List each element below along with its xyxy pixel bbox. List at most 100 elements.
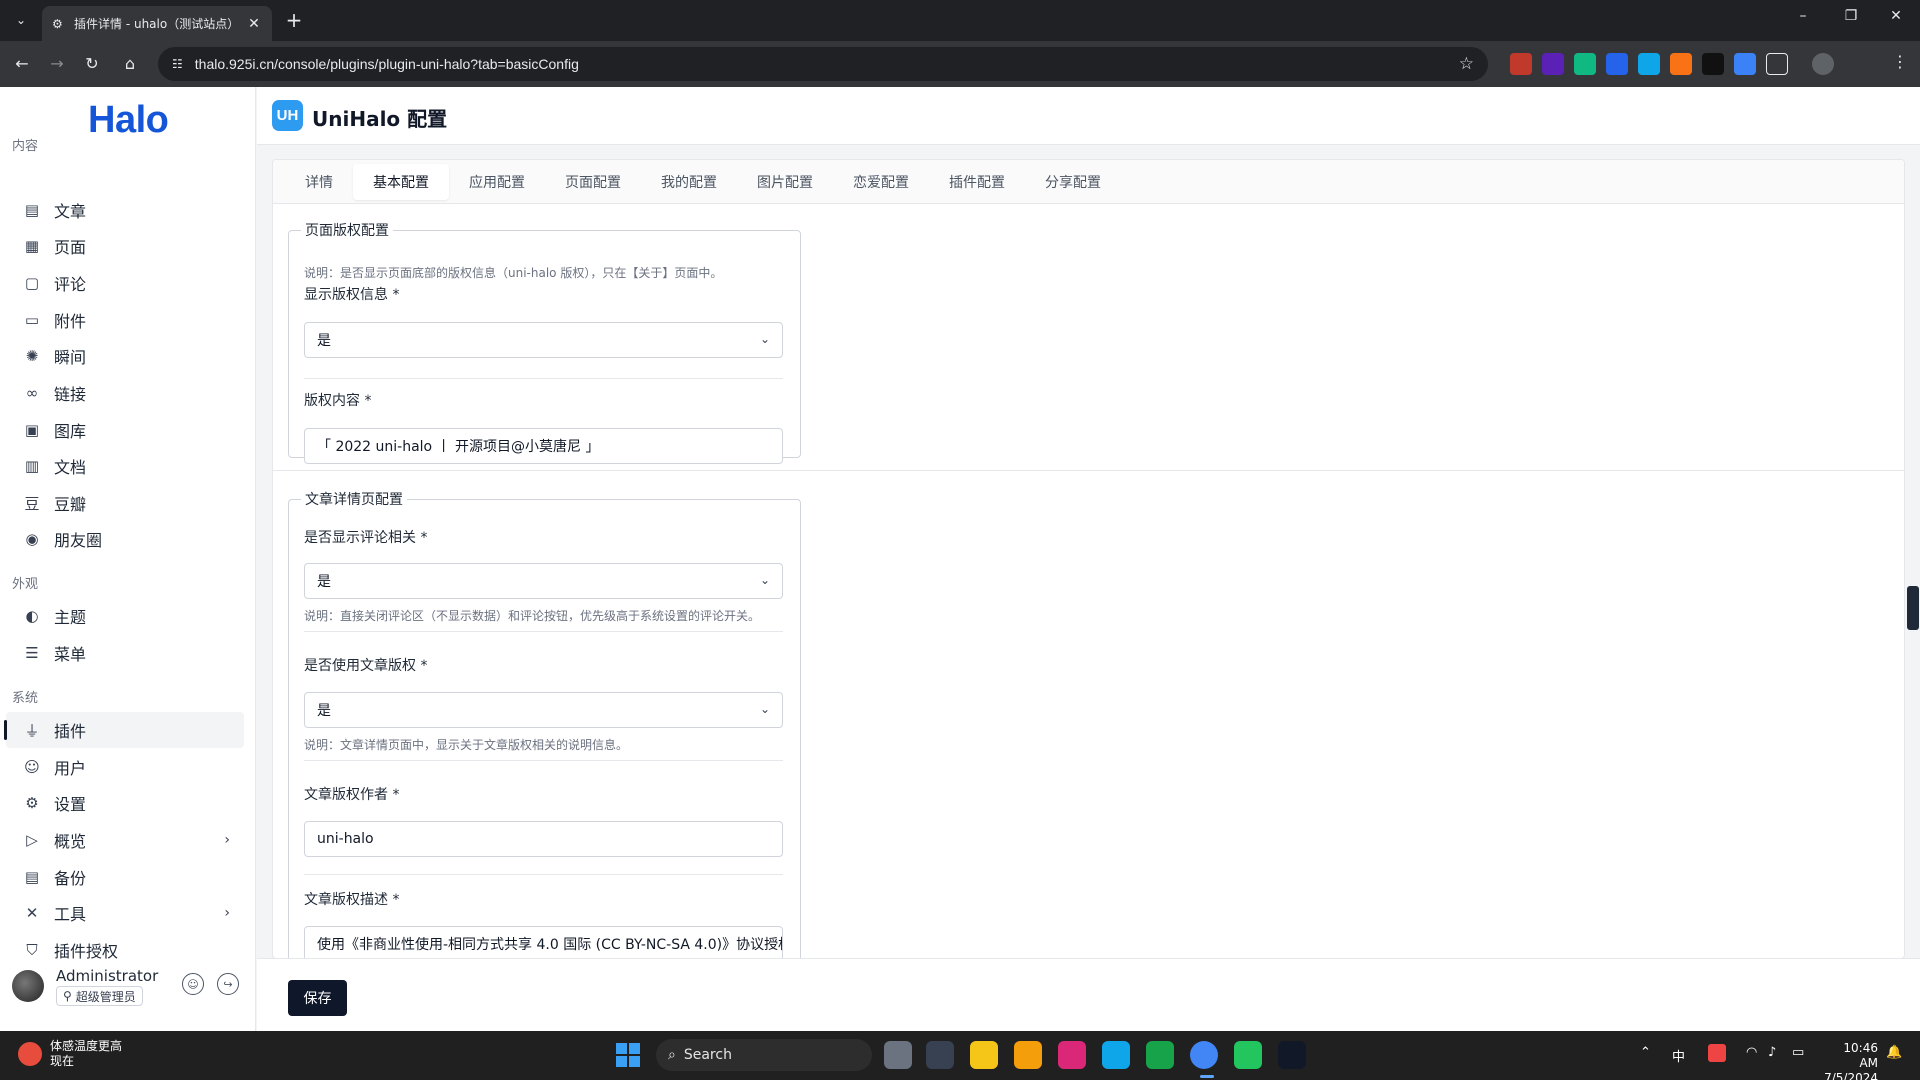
weather-line1: 体感温度更高 — [50, 1039, 123, 1053]
sidebar-item-pages[interactable]: ▦ 页面 — [6, 228, 244, 264]
file-explorer-icon[interactable] — [970, 1041, 998, 1069]
close-window-button[interactable]: ✕ — [1876, 8, 1916, 24]
minimize-button[interactable]: – — [1783, 8, 1823, 24]
sidebar-item-posts[interactable]: ▤ 文章 — [6, 192, 244, 228]
home-button[interactable]: ⌂ — [118, 52, 142, 76]
start-windows-icon[interactable] — [616, 1043, 640, 1067]
tray-app-icon[interactable] — [1708, 1044, 1726, 1062]
tab-love-config[interactable]: 恋爱配置 — [833, 164, 929, 200]
role-badge[interactable]: ⚲ 超级管理员 — [56, 986, 143, 1006]
forward-button[interactable]: → — [45, 52, 69, 76]
sidebar-item-label: 链接 — [54, 385, 87, 404]
copyright-author-input[interactable]: uni-halo — [304, 821, 783, 857]
sidebar-item-themes[interactable]: ◐ 主题 — [6, 598, 244, 634]
browser-menu-icon[interactable]: ⋮ — [1892, 52, 1908, 71]
tab-plugin-config[interactable]: 插件配置 — [929, 164, 1025, 200]
restore-button[interactable]: ❐ — [1831, 8, 1871, 24]
extension-icon-5[interactable] — [1638, 53, 1660, 75]
sidebar-item-gallery[interactable]: ▣ 图库 — [6, 412, 244, 448]
browser-tab-bar: ⌄ ⚙ 插件详情 - uhalo（测试站点） ✕ + – ❐ ✕ — [0, 0, 1920, 41]
avatar[interactable] — [12, 970, 44, 1002]
copyright-config-group: 页面版权配置 说明：是否显示页面底部的版权信息（uni-halo 版权），只在【… — [288, 220, 801, 464]
intellij-icon[interactable] — [1058, 1041, 1086, 1069]
back-button[interactable]: ← — [10, 52, 34, 76]
sidebar-item-plugins[interactable]: ⏚ 插件 — [4, 712, 244, 748]
sidebar-item-settings[interactable]: ⚙ 设置 — [6, 785, 244, 821]
sidebar-item-tools[interactable]: ✕ 工具 › — [6, 895, 244, 931]
chrome-icon[interactable] — [1190, 1041, 1218, 1069]
sidebar-item-backup[interactable]: ▤ 备份 — [6, 859, 244, 895]
profile-avatar-icon[interactable] — [1812, 53, 1834, 75]
wifi-icon[interactable]: ◠ — [1746, 1045, 1757, 1060]
hbuilder-icon[interactable] — [1146, 1041, 1174, 1069]
sidebar-item-users[interactable]: ☺ 用户 — [6, 749, 244, 785]
tab-image-config[interactable]: 图片配置 — [737, 164, 833, 200]
extension-icon-4[interactable] — [1606, 53, 1628, 75]
sidebar-item-menus[interactable]: ☰ 菜单 — [6, 635, 244, 671]
notification-bell-icon[interactable]: 🔔 — [1886, 1045, 1902, 1060]
extension-icon-1[interactable] — [1510, 53, 1532, 75]
extensions-puzzle-icon[interactable] — [1766, 53, 1788, 75]
current-user-panel: Administrator ⚲ 超级管理员 ☺ ↪ — [0, 960, 256, 1031]
friends-icon: ◉ — [25, 530, 39, 548]
show-comment-select[interactable]: 是 ⌄ — [304, 563, 783, 599]
show-copyright-select[interactable]: 是 ⌄ — [304, 322, 783, 358]
select-value: 是 — [317, 574, 331, 590]
sidebar-item-label: 插件授权 — [54, 942, 119, 961]
battery-icon[interactable]: ▭ — [1792, 1045, 1804, 1060]
sidebar-item-comments[interactable]: ▢ 评论 — [6, 265, 244, 301]
tab-details[interactable]: 详情 — [285, 164, 353, 200]
copyright-desc-label: 文章版权描述 * — [304, 892, 400, 908]
sidebar-item-moments[interactable]: ✺ 瞬间 — [6, 338, 244, 374]
sidebar-item-docs[interactable]: ▥ 文档 — [6, 448, 244, 484]
halo-logo[interactable]: Halo — [88, 99, 169, 142]
profile-icon[interactable]: ☺ — [182, 973, 204, 995]
bookmark-star-icon[interactable]: ☆ — [1459, 54, 1474, 74]
webstorm-icon[interactable] — [1102, 1041, 1130, 1069]
save-button[interactable]: 保存 — [288, 980, 347, 1016]
ime-indicator[interactable]: 中 — [1672, 1046, 1685, 1065]
clock-time: 10:46 AM — [1843, 1041, 1878, 1070]
task-view-icon[interactable] — [884, 1041, 912, 1069]
tab-basic-config[interactable]: 基本配置 — [353, 164, 449, 200]
copyright-desc-input[interactable]: 使用《非商业性使用-相同方式共享 4.0 国际 (CC BY-NC-SA 4.0… — [304, 926, 783, 958]
extension-icon-2[interactable] — [1542, 53, 1564, 75]
logout-icon[interactable]: ↪ — [217, 973, 239, 995]
metamask-icon[interactable] — [1670, 53, 1692, 75]
reload-button[interactable]: ↻ — [80, 52, 104, 76]
user-shield-icon: ⚲ — [63, 989, 72, 1003]
taskbar-search[interactable]: ⌕ Search — [656, 1039, 872, 1071]
wechat-icon[interactable] — [1234, 1041, 1262, 1069]
new-tab-button[interactable]: + — [282, 9, 306, 33]
vue-devtools-icon[interactable] — [1574, 53, 1596, 75]
app-icon-avatar[interactable] — [1014, 1041, 1042, 1069]
system-clock[interactable]: 10:46 AM 7/5/2024 — [1822, 1041, 1878, 1080]
tab-close-icon[interactable]: ✕ — [246, 16, 262, 32]
sidebar-item-overview[interactable]: ▷ 概览 › — [6, 822, 244, 858]
extension-icon-8[interactable] — [1734, 53, 1756, 75]
tab-search-button[interactable]: ⌄ — [10, 9, 32, 31]
sidebar-item-friends[interactable]: ◉ 朋友圈 — [6, 521, 244, 557]
tray-chevron-up-icon[interactable]: ⌃ — [1640, 1045, 1651, 1060]
scrollbar-handle[interactable] — [1907, 586, 1919, 630]
sidebar-item-label: 附件 — [54, 312, 87, 331]
terminal-app-icon[interactable] — [926, 1041, 954, 1069]
sidebar-item-attachments[interactable]: ▭ 附件 — [6, 302, 244, 338]
tab-share-config[interactable]: 分享配置 — [1025, 164, 1121, 200]
sidebar-item-douban[interactable]: 豆豆瓣 — [6, 485, 244, 521]
tab-my-config[interactable]: 我的配置 — [641, 164, 737, 200]
use-copyright-hint: 说明：文章详情页面中，显示关于文章版权相关的说明信息。 — [304, 738, 629, 752]
address-bar[interactable]: ☷ thalo.925i.cn/console/plugins/plugin-u… — [158, 47, 1488, 81]
use-copyright-select[interactable]: 是 ⌄ — [304, 692, 783, 728]
copyright-content-input[interactable]: 「 2022 uni-halo 丨 开源项目@小莫唐尼 」 — [304, 428, 783, 464]
weather-widget[interactable]: 体感温度更高 现在 — [18, 1039, 122, 1069]
qq-icon[interactable] — [1278, 1041, 1306, 1069]
show-comment-label: 是否显示评论相关 * — [304, 530, 428, 546]
site-info-icon[interactable]: ☷ — [172, 57, 183, 71]
tab-app-config[interactable]: 应用配置 — [449, 164, 545, 200]
sidebar-item-links[interactable]: ∞ 链接 — [6, 375, 244, 411]
browser-tab-active[interactable]: ⚙ 插件详情 - uhalo（测试站点） ✕ — [42, 6, 272, 41]
extension-icon-7[interactable] — [1702, 53, 1724, 75]
volume-muted-icon[interactable]: ♪ — [1768, 1045, 1776, 1060]
tab-page-config[interactable]: 页面配置 — [545, 164, 641, 200]
